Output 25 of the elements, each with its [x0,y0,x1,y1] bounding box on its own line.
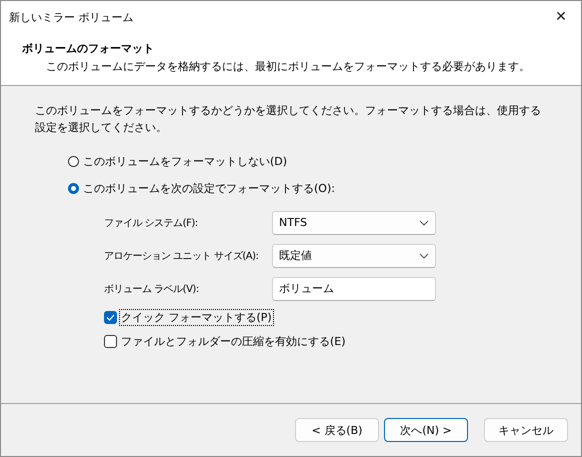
dropdown[interactable]: 既定値 [272,244,436,268]
check-icon [106,314,115,320]
dialog-button[interactable]: < 戻る(B) [295,418,379,442]
dropdown[interactable]: NTFS [272,210,436,234]
chevron-down-icon [419,252,429,258]
checkbox[interactable] [104,334,117,348]
checkbox-label[interactable]: クイック フォーマットする(P) [119,308,274,326]
chevron-down-icon [419,220,429,226]
radio-button[interactable] [68,183,79,194]
radio-button[interactable] [68,156,79,167]
close-button[interactable]: ✕ [541,9,581,25]
field-label: ボリューム ラベル(V): [104,282,200,296]
dialog-button[interactable]: キャンセル [484,418,568,442]
field-label: ファイル システム(F): [104,216,199,230]
checkbox-label[interactable]: ファイルとフォルダーの圧縮を有効にする(E) [119,332,348,350]
page-subtitle: このボリュームにデータを格納するには、最初にボリュームをフォーマットする必要があります。 [45,59,531,74]
field-label: アロケーション ユニット サイズ(A): [104,250,260,262]
radio-label[interactable]: このボリュームをフォーマットしない(D) [83,154,288,169]
text-field[interactable]: ボリューム [272,276,436,300]
instruction-text: このボリュームをフォーマットするかどうかを選択してください。フォーマットする場合は、使用する設定を選択してください。 [35,103,542,136]
window-title: 新しいミラー ボリューム [9,10,134,24]
dialog-button[interactable]: 次へ(N) > [384,418,468,442]
checkbox[interactable] [104,310,117,324]
page-title: ボリュームのフォーマット [22,41,155,56]
radio-label[interactable]: このボリュームを次の設定でフォーマットする(O): [83,181,335,196]
